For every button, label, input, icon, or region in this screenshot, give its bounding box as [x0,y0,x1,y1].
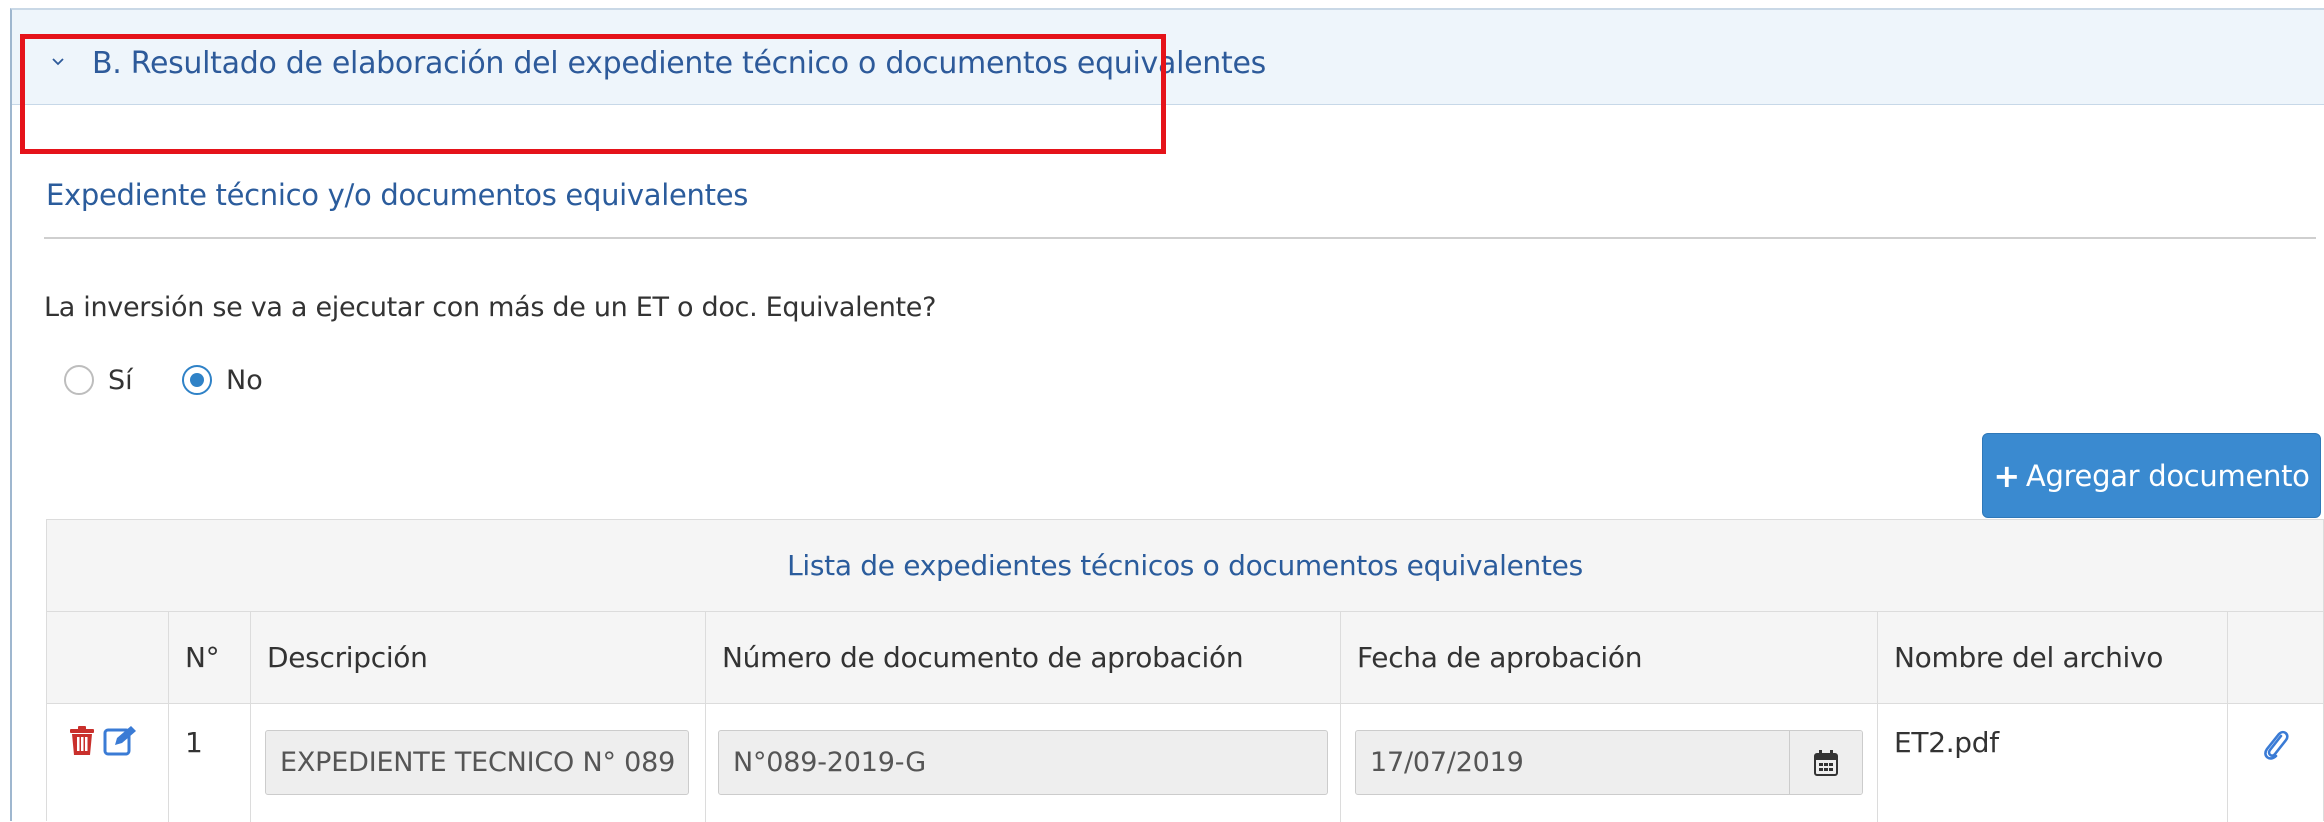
question-label: La inversión se va a ejecutar con más de… [44,292,937,323]
row-actions-cell [47,704,169,822]
divider [44,237,2316,239]
approval-date-value: 17/07/2019 [1370,747,1524,778]
add-document-button[interactable]: + Agregar documento [1982,433,2321,518]
header-description: Descripción [251,612,706,703]
radio-option-no[interactable]: No [182,360,263,400]
row-approval-doc-cell: N°089-2019-G [706,704,1341,822]
row-attach-cell [2228,704,2324,822]
description-field[interactable]: EXPEDIENTE TECNICO N° 089 [265,730,689,795]
row-file-name: ET2.pdf [1878,704,2228,822]
approval-doc-field[interactable]: N°089-2019-G [718,730,1328,795]
header-approval-doc: Número de documento de aprobación [706,612,1341,703]
approval-date-field[interactable]: 17/07/2019 [1355,730,1863,795]
row-approval-date-cell: 17/07/2019 [1341,704,1878,822]
header-approval-date: Fecha de aprobación [1341,612,1878,703]
calendar-button[interactable] [1789,731,1862,794]
table-row: 1 EXPEDIENTE TECNICO N° 089 N°089-2019-G… [47,704,2323,822]
highlight-box [20,34,1166,154]
subsection-title: Expediente técnico y/o documentos equiva… [46,178,749,212]
radio-no[interactable] [182,365,212,395]
table-header-row: N° Descripción Número de documento de ap… [47,612,2323,704]
paperclip-icon[interactable] [2260,726,2290,762]
plus-icon: + [1993,456,2020,495]
header-attach [2228,612,2324,703]
header-number: N° [169,612,251,703]
table-caption: Lista de expedientes técnicos o document… [47,520,2323,612]
radio-si[interactable] [64,365,94,395]
row-number: 1 [169,704,251,822]
trash-icon[interactable] [69,726,95,756]
add-document-label: Agregar documento [2025,458,2310,493]
header-file-name: Nombre del archivo [1878,612,2228,703]
edit-icon[interactable] [103,724,137,756]
calendar-icon [1814,749,1838,776]
row-description-cell: EXPEDIENTE TECNICO N° 089 [251,704,706,822]
radio-option-si[interactable]: Sí [64,360,133,400]
documents-table: Lista de expedientes técnicos o document… [46,519,2324,822]
header-actions [47,612,169,703]
radio-si-label: Sí [108,364,133,396]
radio-no-label: No [226,364,263,396]
